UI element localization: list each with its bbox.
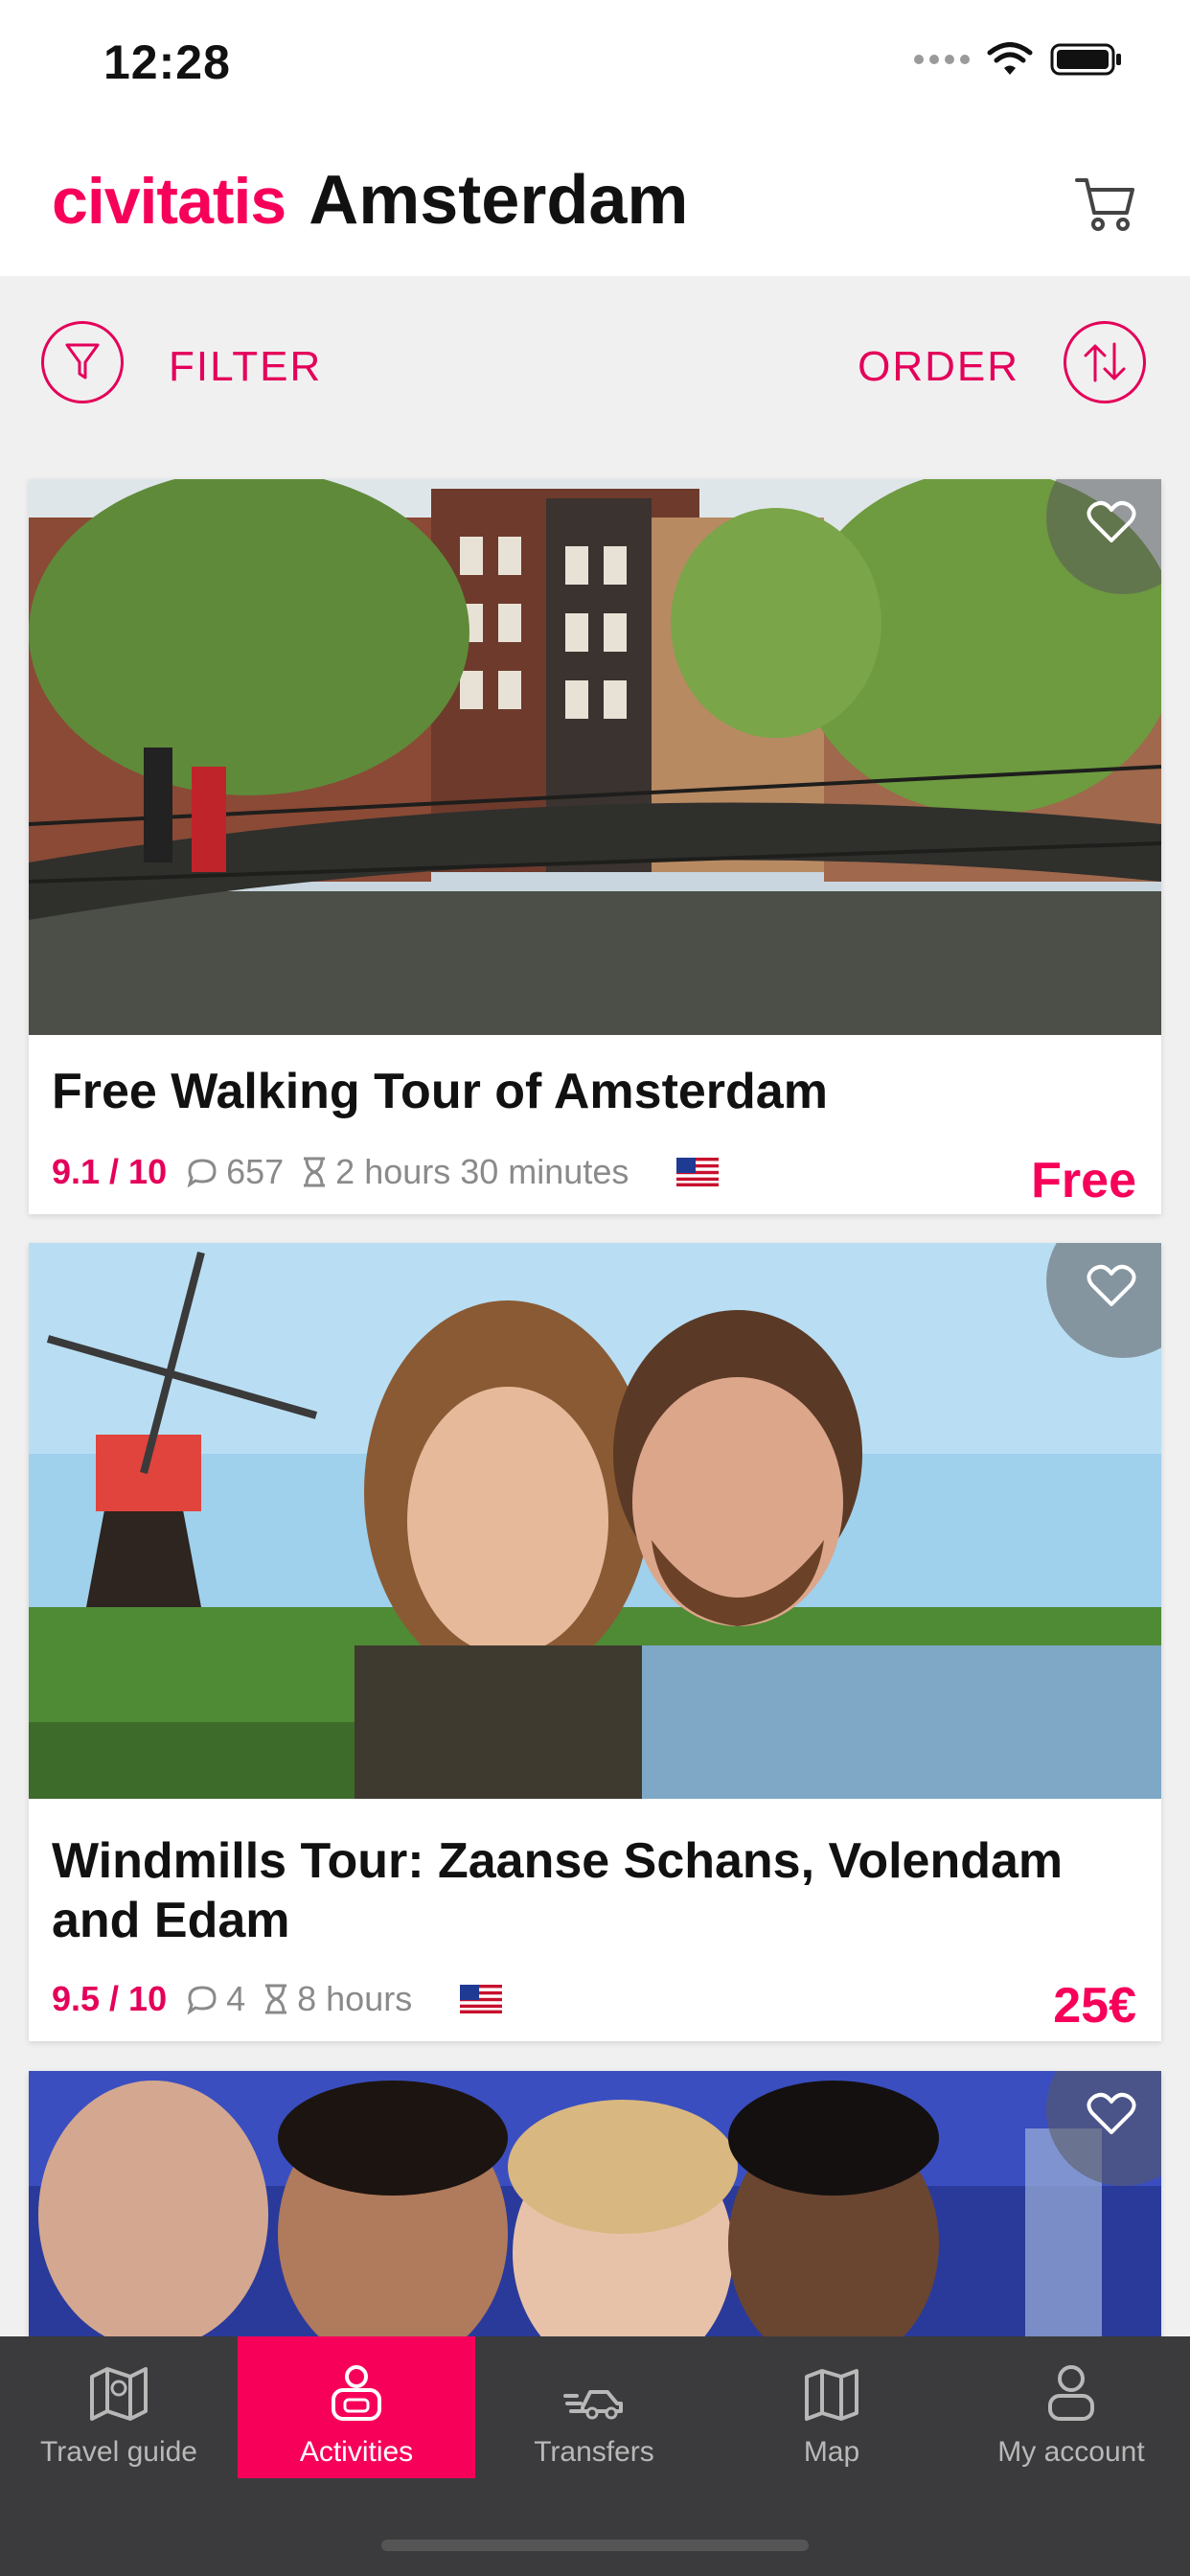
car-icon (563, 2390, 623, 2420)
status-time: 12:28 (103, 35, 231, 89)
activity-title[interactable]: Free Walking Tour of Amsterdam (52, 1062, 1125, 1121)
battery-icon (1050, 43, 1121, 76)
cart-icon[interactable] (1071, 169, 1140, 238)
tab-travel-guide[interactable]: Travel guide (0, 2336, 238, 2478)
filter-button[interactable] (41, 321, 124, 403)
duration: 8 hours (297, 1979, 413, 2018)
status-bar: 12:28 (0, 0, 1190, 134)
heart-icon (1087, 500, 1136, 542)
tab-label: Activities (299, 2436, 414, 2468)
activity-meta: 9.1 / 10 657 2 hours 30 minutes (52, 1152, 720, 1192)
tab-label: My account (997, 2436, 1145, 2468)
brand: civitatis Amsterdam (52, 161, 688, 240)
wifi-icon (987, 42, 1033, 75)
activity-card[interactable] (29, 2071, 1161, 2358)
order-button[interactable] (1064, 321, 1146, 403)
activity-card[interactable]: Free Walking Tour of Amsterdam 9.1 / 10 … (29, 479, 1161, 1214)
activities-icon (332, 2365, 381, 2421)
heart-icon (1087, 1264, 1136, 1306)
review-count: 4 (226, 1979, 246, 2018)
tab-label: Transfers (534, 2436, 654, 2468)
rating: 9.5 / 10 (52, 1979, 168, 2018)
us-flag-icon (676, 1158, 720, 1186)
tab-map[interactable]: Map (713, 2336, 950, 2478)
signal-icon (914, 55, 970, 64)
civitatis-logo[interactable]: civitatis (52, 164, 286, 239)
activity-photo[interactable] (29, 2071, 1161, 2358)
canal-bridge-image (29, 479, 1161, 1035)
comment-icon (187, 1986, 217, 2014)
home-indicator[interactable] (381, 2540, 809, 2551)
app-header: civitatis Amsterdam (0, 134, 1190, 276)
tab-transfers[interactable]: Transfers (475, 2336, 713, 2478)
status-icons (914, 42, 1123, 77)
tab-label: Map (803, 2436, 860, 2468)
duration: 2 hours 30 minutes (335, 1152, 629, 1191)
map-fold-icon (90, 2367, 148, 2421)
price: Free (1031, 1153, 1136, 1208)
filter-label[interactable]: FILTER (169, 343, 322, 391)
hourglass-icon (265, 1984, 287, 2014)
filter-bar: FILTER ORDER (0, 276, 1190, 450)
tab-label: Travel guide (40, 2436, 197, 2468)
review-count: 657 (226, 1152, 285, 1191)
activity-title[interactable]: Windmills Tour: Zaanse Schans, Volendam … (52, 1831, 1125, 1950)
activity-photo[interactable] (29, 479, 1161, 1035)
activity-photo[interactable] (29, 1243, 1161, 1799)
order-label[interactable]: ORDER (858, 343, 1019, 391)
activity-meta: 9.5 / 10 4 8 hours (52, 1979, 503, 2019)
funnel-icon (65, 343, 100, 380)
windmill-couple-image (29, 1243, 1161, 1799)
activity-card[interactable]: Windmills Tour: Zaanse Schans, Volendam … (29, 1243, 1161, 2041)
page-title: Amsterdam (309, 162, 689, 239)
price: 25€ (1053, 1978, 1136, 2034)
tab-activities[interactable]: Activities (238, 2336, 475, 2478)
tab-my-account[interactable]: My account (952, 2336, 1190, 2478)
sort-arrows-icon (1084, 342, 1126, 382)
comment-icon (187, 1159, 217, 1187)
hourglass-icon (304, 1157, 326, 1187)
map-icon (805, 2369, 858, 2421)
group-friends-image (29, 2071, 1161, 2358)
user-icon (1048, 2365, 1094, 2421)
heart-icon (1087, 2092, 1136, 2134)
rating: 9.1 / 10 (52, 1152, 168, 1191)
us-flag-icon (460, 1985, 503, 2013)
